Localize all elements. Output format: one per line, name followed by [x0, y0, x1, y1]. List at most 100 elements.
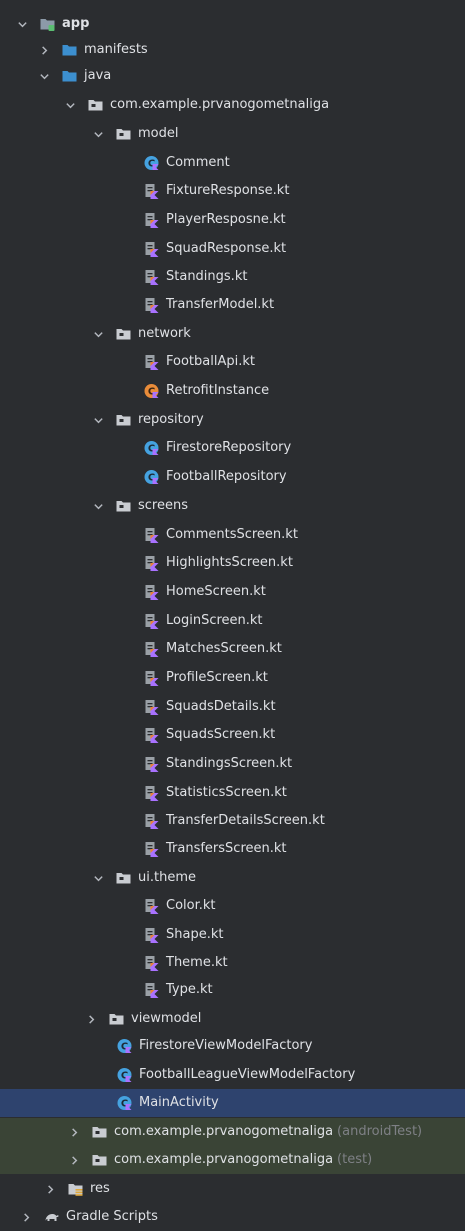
source-folder-icon	[60, 68, 78, 84]
tree-leaf[interactable]: Standings.kt	[0, 263, 465, 291]
tree-leaf[interactable]: HomeScreen.kt	[0, 578, 465, 606]
tree-node[interactable]: java	[0, 62, 465, 90]
tree-item-label: Type.kt	[166, 982, 213, 997]
tree-item-label: com.example.prvanogometnaliga	[110, 97, 330, 112]
kotlin-file-icon	[142, 241, 160, 257]
tree-node[interactable]: ui.theme	[0, 864, 465, 892]
kotlin-file-icon	[142, 898, 160, 914]
tree-node[interactable]: repository	[0, 406, 465, 434]
chevron-down-icon[interactable]	[38, 70, 50, 82]
kotlin-class-icon: C	[115, 1038, 133, 1054]
kotlin-class-icon: C	[115, 1095, 133, 1111]
chevron-down-icon[interactable]	[92, 872, 104, 884]
tree-node[interactable]: manifests	[0, 36, 465, 64]
tree-leaf[interactable]: Type.kt	[0, 976, 465, 1004]
kotlin-file-icon	[142, 927, 160, 943]
package-icon	[114, 126, 132, 142]
tree-item-label: com.example.prvanogometnaliga	[114, 1152, 334, 1167]
tree-item-label: Comment	[166, 155, 230, 170]
tree-leaf[interactable]: PlayerResposne.kt	[0, 206, 465, 234]
chevron-down-icon[interactable]	[92, 500, 104, 512]
chevron-down-icon[interactable]	[16, 18, 28, 30]
tree-leaf[interactable]: C MainActivity	[0, 1089, 465, 1117]
tree-leaf[interactable]: SquadResponse.kt	[0, 235, 465, 263]
package-icon	[90, 1152, 108, 1168]
chevron-down-icon[interactable]	[92, 128, 104, 140]
chevron-right-icon[interactable]	[20, 1211, 32, 1223]
chevron-down-icon[interactable]	[92, 328, 104, 340]
kotlin-file-icon	[142, 584, 160, 600]
package-icon	[90, 1124, 108, 1140]
tree-item-label: StatisticsScreen.kt	[166, 785, 287, 800]
tree-item-label: TransfersScreen.kt	[166, 841, 287, 856]
tree-leaf[interactable]: SquadsScreen.kt	[0, 721, 465, 749]
kotlin-file-icon	[142, 699, 160, 715]
tree-leaf[interactable]: C FirestoreRepository	[0, 434, 465, 462]
chevron-right-icon[interactable]	[44, 1183, 56, 1195]
tree-item-label: Shape.kt	[166, 927, 224, 942]
chevron-down-icon[interactable]	[64, 99, 76, 111]
tree-leaf[interactable]: C RetrofitInstance	[0, 377, 465, 405]
tree-leaf[interactable]: HighlightsScreen.kt	[0, 549, 465, 577]
kotlin-class-icon: C	[142, 440, 160, 456]
chevron-right-icon[interactable]	[68, 1154, 80, 1166]
tree-item-label: FixtureResponse.kt	[166, 183, 290, 198]
tree-leaf[interactable]: MatchesScreen.kt	[0, 635, 465, 663]
tree-node[interactable]: res	[0, 1175, 465, 1203]
kotlin-file-icon	[142, 841, 160, 857]
tree-leaf[interactable]: TransferModel.kt	[0, 291, 465, 319]
tree-item-label: network	[138, 326, 191, 341]
kotlin-file-icon	[142, 641, 160, 657]
tree-item-label: TransferDetailsScreen.kt	[166, 813, 325, 828]
tree-node[interactable]: viewmodel	[0, 1005, 465, 1033]
tree-leaf[interactable]: CommentsScreen.kt	[0, 521, 465, 549]
tree-item-label: HighlightsScreen.kt	[166, 555, 293, 570]
tree-leaf[interactable]: SquadsDetails.kt	[0, 693, 465, 721]
tree-leaf[interactable]: C FootballRepository	[0, 463, 465, 491]
tree-leaf[interactable]: StatisticsScreen.kt	[0, 779, 465, 807]
tree-item-label: repository	[138, 412, 204, 427]
tree-leaf[interactable]: TransfersScreen.kt	[0, 835, 465, 863]
tree-leaf[interactable]: C Comment	[0, 149, 465, 177]
package-icon	[86, 97, 104, 113]
kotlin-file-icon	[142, 813, 160, 829]
tree-item-label: Standings.kt	[166, 269, 248, 284]
kotlin-file-icon	[142, 555, 160, 571]
tree-leaf[interactable]: FootballApi.kt	[0, 348, 465, 376]
tree-item-label: res	[90, 1181, 110, 1196]
tree-leaf[interactable]: Color.kt	[0, 892, 465, 920]
kotlin-file-icon	[142, 670, 160, 686]
tree-leaf[interactable]: FixtureResponse.kt	[0, 177, 465, 205]
tree-node[interactable]: model	[0, 120, 465, 148]
package-icon	[107, 1011, 125, 1027]
kotlin-file-icon	[142, 955, 160, 971]
tree-item-label: ProfileScreen.kt	[166, 670, 268, 685]
tree-node[interactable]: app	[0, 10, 465, 38]
tree-node[interactable]: com.example.prvanogometnaliga (test)	[0, 1146, 465, 1174]
tree-leaf[interactable]: StandingsScreen.kt	[0, 750, 465, 778]
tree-item-label: HomeScreen.kt	[166, 584, 266, 599]
tree-node[interactable]: com.example.prvanogometnaliga	[0, 91, 465, 119]
tree-leaf[interactable]: C FootballLeagueViewModelFactory	[0, 1061, 465, 1089]
chevron-right-icon[interactable]	[85, 1013, 97, 1025]
tree-leaf[interactable]: TransferDetailsScreen.kt	[0, 807, 465, 835]
tree-item-label: RetrofitInstance	[166, 383, 270, 398]
kotlin-file-icon	[142, 269, 160, 285]
tree-node[interactable]: Gradle Scripts	[0, 1203, 465, 1231]
tree-item-label: Gradle Scripts	[66, 1209, 158, 1224]
tree-leaf[interactable]: Shape.kt	[0, 921, 465, 949]
chevron-down-icon[interactable]	[92, 414, 104, 426]
tree-item-label: FootballApi.kt	[166, 354, 255, 369]
tree-leaf[interactable]: C FirestoreViewModelFactory	[0, 1032, 465, 1060]
kotlin-class-icon: C	[115, 1067, 133, 1083]
tree-node[interactable]: screens	[0, 492, 465, 520]
tree-node[interactable]: network	[0, 320, 465, 348]
chevron-right-icon[interactable]	[68, 1126, 80, 1138]
tree-item-label: screens	[138, 498, 188, 513]
tree-leaf[interactable]: ProfileScreen.kt	[0, 664, 465, 692]
chevron-right-icon[interactable]	[38, 44, 50, 56]
tree-node[interactable]: com.example.prvanogometnaliga (androidTes…	[0, 1118, 465, 1146]
tree-item-label: CommentsScreen.kt	[166, 527, 298, 542]
tree-leaf[interactable]: Theme.kt	[0, 949, 465, 977]
tree-leaf[interactable]: LoginScreen.kt	[0, 607, 465, 635]
